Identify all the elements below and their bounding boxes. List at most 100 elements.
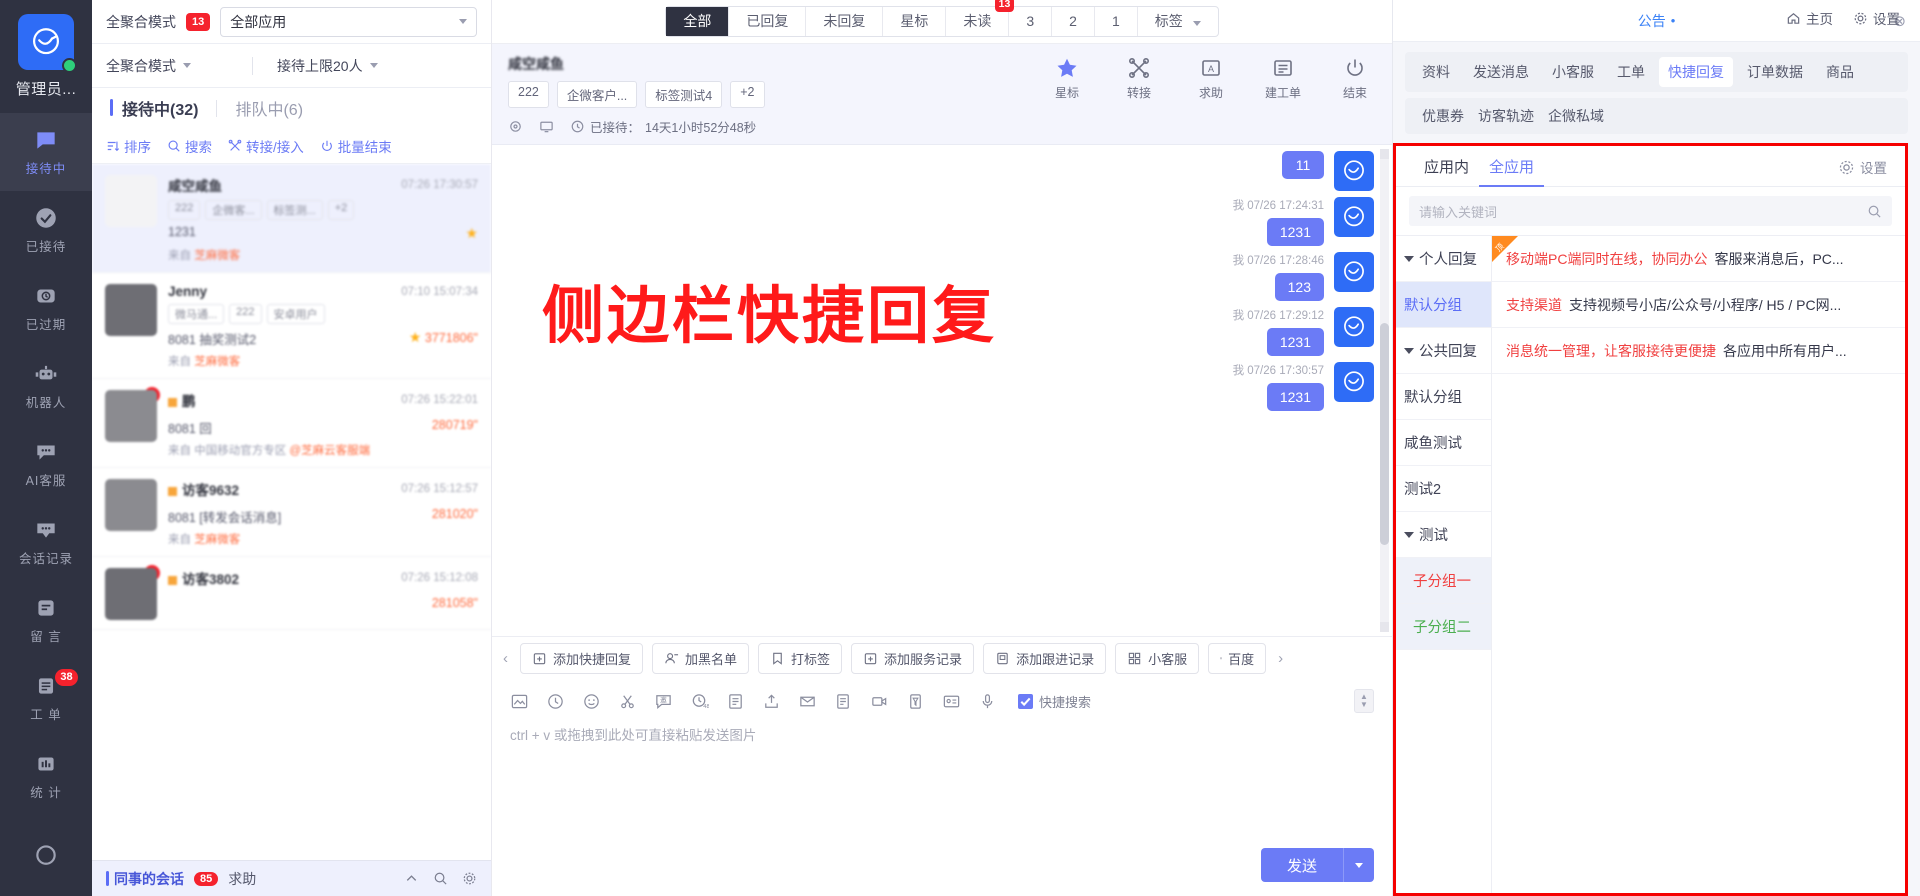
tab-visitor-trace[interactable]: 访客轨迹 — [1478, 106, 1534, 126]
tag-button[interactable]: 打标签 — [758, 643, 843, 674]
filter-icon[interactable] — [906, 692, 925, 711]
quick-reply-search-input[interactable]: 请输入关键词 — [1419, 202, 1867, 221]
sidebar-item-expired[interactable]: 已过期 — [0, 269, 92, 347]
group-subgroup-one[interactable]: 子分组一 — [1396, 558, 1491, 604]
send-button-group[interactable]: 发送 — [1260, 848, 1374, 882]
chat-scrollbar[interactable] — [1380, 149, 1389, 632]
scroll-down-arrow[interactable] — [1380, 622, 1389, 632]
sidebar-item-messages[interactable]: 留 言 — [0, 581, 92, 659]
height-adjust-stepper[interactable]: ▲ ▼ — [1354, 689, 1374, 713]
card-icon[interactable] — [942, 692, 961, 711]
mode-dropdown[interactable]: 全聚合模式 — [92, 56, 252, 76]
sidebar-item-robot[interactable]: 机器人 — [0, 347, 92, 425]
group-subgroup-two[interactable]: 子分组二 — [1396, 604, 1491, 650]
send-options-button[interactable] — [1343, 848, 1374, 882]
tab-quick-reply[interactable]: 快捷回复 — [1659, 57, 1733, 87]
tab-send-message[interactable]: 发送消息 — [1464, 57, 1538, 87]
help-label[interactable]: 求助 — [228, 869, 256, 889]
group-personal-replies[interactable]: 个人回复 — [1396, 236, 1491, 282]
tab-profile[interactable]: 资料 — [1413, 57, 1459, 87]
filter-replied[interactable]: 已回复 — [729, 7, 807, 36]
end-session-button[interactable]: 结束 — [1332, 56, 1378, 101]
gear-icon[interactable] — [462, 871, 477, 886]
list-item[interactable]: 支持渠道 支持视频号小店/公众号/小程序/ H5 / PC网... — [1492, 282, 1905, 328]
tab-order-data[interactable]: 订单数据 — [1738, 57, 1812, 87]
quick-reply-settings-button[interactable]: 设置 — [1838, 157, 1887, 185]
transfer-button[interactable]: 转接 — [1116, 56, 1162, 101]
group-xianyu-test[interactable]: 咸鱼测试 — [1396, 420, 1491, 466]
help-button[interactable]: A 求助 — [1188, 56, 1234, 101]
list-item[interactable]: 顶 移动端PC端同时在线，协同办公 客服来消息后，PC... — [1492, 236, 1905, 282]
chevron-up-icon[interactable] — [404, 871, 419, 886]
group-default-personal[interactable]: 默认分组 — [1396, 282, 1491, 328]
tag[interactable]: 企微客户... — [556, 81, 638, 108]
home-button[interactable]: 主页 — [1786, 8, 1833, 28]
settings-button[interactable]: 设置 — [1853, 8, 1900, 28]
add-follow-record-button[interactable]: 添加跟进记录 — [983, 643, 1107, 674]
form-icon[interactable] — [834, 692, 853, 711]
filter-priority-3[interactable]: 3 — [1009, 7, 1053, 36]
quick-reply-tab-all-apps[interactable]: 全应用 — [1479, 156, 1545, 187]
video-icon[interactable] — [870, 692, 889, 711]
tab-serving[interactable]: 接待中(32) — [104, 96, 216, 120]
tab-ticket[interactable]: 工单 — [1608, 57, 1654, 87]
scroll-left-arrow[interactable]: ‹ — [500, 650, 511, 667]
quick-reply-tab-in-app[interactable]: 应用内 — [1414, 156, 1479, 186]
location-icon[interactable] — [508, 119, 523, 134]
reception-limit-dropdown[interactable]: 接待上限20人 — [253, 56, 378, 76]
quick-reply-item-list[interactable]: 顶 移动端PC端同时在线，协同办公 客服来消息后，PC... 支持渠道 支持视频… — [1491, 236, 1905, 893]
tag[interactable]: 标签测试4 — [645, 81, 723, 108]
scrollbar-thumb[interactable] — [1380, 322, 1389, 546]
sidebar-item-chat-history[interactable]: 会话记录 — [0, 503, 92, 581]
list-item[interactable]: 访客9632 07:26 15:12:57 8081 [转发会话消息] 2810… — [92, 468, 491, 557]
inbox-icon[interactable] — [798, 692, 817, 711]
add-service-record-button[interactable]: 添加服务记录 — [851, 643, 975, 674]
add-quick-reply-button[interactable]: 添加快捷回复 — [520, 643, 644, 674]
star-button[interactable]: 星标 — [1044, 56, 1090, 101]
transfer-button[interactable]: 转接/接入 — [228, 136, 304, 156]
filter-unread[interactable]: 13 未读 — [946, 0, 1015, 36]
filter-all[interactable]: 全部 — [666, 7, 730, 36]
mini-service-button[interactable]: 小客服 — [1115, 643, 1200, 674]
tab-mini-service[interactable]: 小客服 — [1543, 57, 1603, 87]
group-test[interactable]: 测试 — [1396, 512, 1491, 558]
invite-icon[interactable]: 邀 — [654, 692, 673, 711]
search-icon[interactable] — [1867, 204, 1882, 219]
list-item[interactable]: 消息统一管理，让客服接待更便捷 各应用中所有用户... — [1492, 328, 1905, 374]
tab-products[interactable]: 商品 — [1817, 57, 1863, 87]
app-filter-select[interactable]: 全部应用 — [220, 6, 477, 37]
message-input-area[interactable]: ctrl + v 或拖拽到此处可直接粘贴发送图片 — [492, 718, 1392, 838]
sidebar-item-stats[interactable]: 统 计 — [0, 737, 92, 815]
search-button[interactable]: 搜索 — [167, 136, 212, 156]
image-icon[interactable] — [510, 692, 529, 711]
chat-message-list[interactable]: 11 我 07/26 17:24:31 1231 我 07/26 17:28:4… — [492, 145, 1392, 636]
baidu-button[interactable]: 百度 — [1208, 643, 1267, 674]
create-ticket-button[interactable]: 建工单 — [1260, 56, 1306, 101]
list-item[interactable]: Jenny 07:10 15:07:34 微马通... 222 安卓用户 808… — [92, 273, 491, 379]
sidebar-item-serving[interactable]: 接待中 — [0, 113, 92, 191]
announcement-label[interactable]: 公告 — [1638, 11, 1666, 31]
colleague-label[interactable]: 同事的会话 — [106, 869, 184, 889]
sort-button[interactable]: 排序 — [106, 136, 151, 156]
filter-priority-1[interactable]: 1 — [1095, 7, 1138, 36]
batch-end-button[interactable]: 批量结束 — [320, 136, 392, 156]
group-public-replies[interactable]: 公共回复 — [1396, 328, 1491, 374]
filter-starred[interactable]: 星标 — [883, 7, 947, 36]
sidebar-item-ai-service[interactable]: AI客服 — [0, 425, 92, 503]
timer-48-icon[interactable]: 48 — [690, 692, 709, 711]
filter-priority-2[interactable]: 2 — [1052, 7, 1095, 36]
sidebar-item-more[interactable] — [0, 815, 92, 893]
quick-reply-search[interactable]: 请输入关键词 — [1409, 196, 1892, 226]
search-icon[interactable] — [433, 871, 448, 886]
quick-search-toggle[interactable]: 快捷搜索 — [1018, 692, 1091, 711]
monitor-icon[interactable] — [539, 119, 554, 134]
tag[interactable]: 222 — [508, 81, 549, 108]
tab-wecom-private[interactable]: 企微私域 — [1548, 106, 1604, 126]
mic-icon[interactable] — [978, 692, 997, 711]
filter-tag[interactable]: 标签 — [1138, 7, 1218, 36]
tab-queue[interactable]: 排队中(6) — [217, 96, 321, 120]
group-default-public[interactable]: 默认分组 — [1396, 374, 1491, 420]
conversation-list[interactable]: 咸空咸鱼 07:26 17:30:57 222 企微客... 标签测... +2… — [92, 164, 491, 860]
list-item[interactable]: 咸空咸鱼 07:26 17:30:57 222 企微客... 标签测... +2… — [92, 164, 491, 273]
emoji-icon[interactable] — [582, 692, 601, 711]
